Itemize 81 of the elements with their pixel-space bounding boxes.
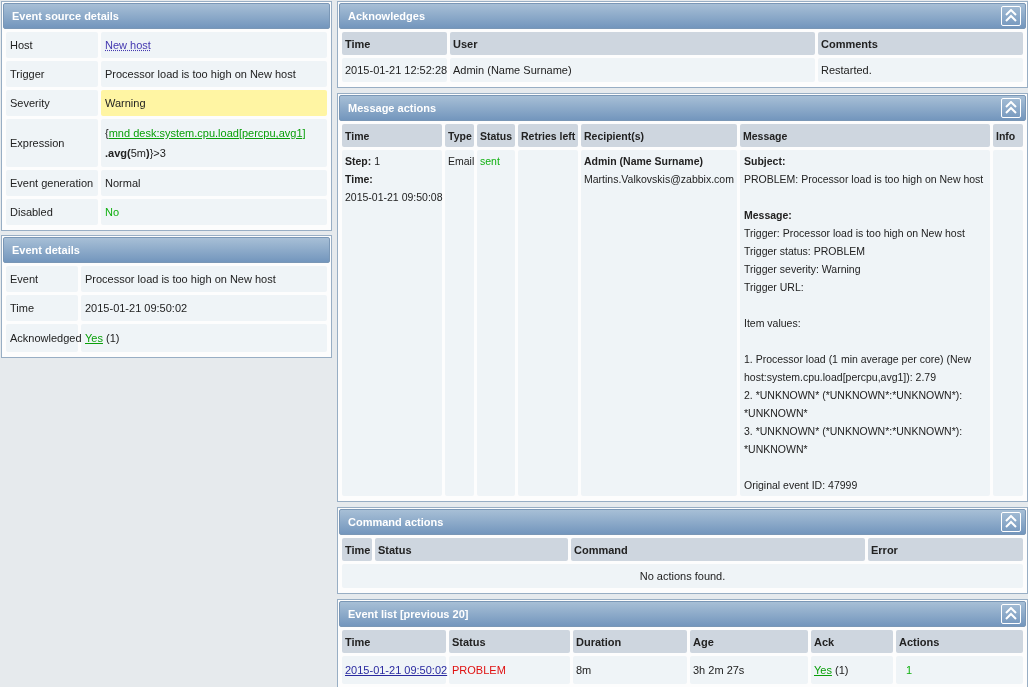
row-label: Time	[6, 295, 78, 321]
message-line: Trigger severity: Warning	[744, 262, 862, 277]
status-text: PROBLEM	[452, 664, 506, 676]
message-line: 1. Processor load (1 min average per core) (New host:system.cpu.load[percpu,avg1]): 2.79	[744, 352, 972, 385]
column-header: Time	[342, 124, 442, 147]
column-header: Retries left	[518, 124, 578, 147]
chevrons-up-icon	[1005, 9, 1017, 23]
subject-text: PROBLEM: Processor load is too high on New host	[744, 172, 985, 187]
column-header: Time	[342, 538, 372, 561]
ack-link[interactable]: Yes	[814, 664, 832, 676]
empty-message: No actions found.	[342, 564, 1023, 588]
table-cell: 3h 2m 27s	[690, 656, 808, 684]
expression-text: {mnd desk:system.cpu.load[percpu,avg1] .avg(5m)}>3	[105, 127, 306, 159]
panel-title: Command actions	[348, 516, 444, 528]
column-header: Info	[993, 124, 1023, 147]
panel-title: Event source details	[12, 10, 119, 22]
table-cell: Normal	[101, 170, 327, 196]
panel-title: Acknowledges	[348, 10, 426, 22]
collapse-button[interactable]	[1001, 98, 1021, 118]
message-line: Trigger URL:	[744, 280, 805, 295]
column-header: Comments	[818, 32, 1023, 55]
status-text: sent	[480, 155, 500, 167]
column-header: Time	[342, 630, 446, 653]
collapse-button[interactable]	[1001, 6, 1021, 26]
chevrons-up-icon	[1005, 515, 1017, 529]
message-line: Original event ID: 47999	[744, 478, 859, 493]
table-cell: Admin (Name Surname)	[450, 58, 815, 82]
chevrons-up-icon	[1005, 101, 1017, 115]
recipient-email: Martins.Valkovskis@zabbix.com	[584, 172, 734, 187]
column-header: Status	[449, 630, 570, 653]
message-line: Trigger status: PROBLEM	[744, 244, 866, 259]
ack-text: Yes (1)	[85, 332, 120, 344]
table-cell: Email	[445, 150, 474, 496]
column-header: Age	[690, 630, 808, 653]
panel-title: Message actions	[348, 102, 437, 114]
row-label: Event generation	[6, 170, 98, 196]
column-header: Duration	[573, 630, 687, 653]
table-cell: 8m	[573, 656, 687, 684]
message-line: Trigger: Processor load is too high on New host	[744, 226, 966, 241]
message-line: 2. *UNKNOWN* (*UNKNOWN*:*UNKNOWN*): *UNKNOWN*	[744, 388, 964, 421]
step-text: Step: 1	[345, 154, 381, 169]
column-header: Recipient(s)	[581, 124, 737, 147]
actions-count[interactable]: 1	[906, 664, 913, 676]
chevrons-up-icon	[1005, 607, 1017, 621]
ack-count: (1)	[835, 664, 849, 676]
table-cell: Restarted.	[818, 58, 1023, 82]
table-cell: Processor load is too high on New host	[101, 61, 327, 87]
column-header: Type	[445, 124, 474, 147]
link[interactable]: mnd desk:system.cpu.load[percpu,avg1]	[108, 127, 306, 139]
time-label: Time:	[345, 173, 373, 185]
row-label: Event	[6, 266, 78, 292]
recipient-name: Admin (Name Surname)	[584, 155, 704, 167]
panel-title: Event list [previous 20]	[348, 608, 469, 620]
column-header: Actions	[896, 630, 1023, 653]
column-header: Status	[375, 538, 568, 561]
message-line: Item values:	[744, 316, 802, 331]
row-label: Host	[6, 32, 98, 58]
row-label: Disabled	[6, 199, 98, 225]
host-link[interactable]: New host	[105, 39, 151, 51]
collapse-button[interactable]	[1001, 604, 1021, 624]
subject-label: Subject:	[744, 155, 786, 167]
column-header: Message	[740, 124, 990, 147]
column-header: Command	[571, 538, 865, 561]
status-text: No	[105, 206, 120, 218]
column-header: Error	[868, 538, 1023, 561]
link[interactable]: Yes	[85, 332, 103, 344]
column-header: Time	[342, 32, 447, 55]
severity-cell: Warning	[101, 90, 327, 116]
row-label: Trigger	[6, 61, 98, 87]
message-line: 3. *UNKNOWN* (*UNKNOWN*:*UNKNOWN*): *UNKNOWN*	[744, 424, 964, 457]
column-header: Status	[477, 124, 515, 147]
table-cell: Processor load is too high on New host	[81, 266, 327, 292]
table-cell: 2015-01-21 12:52:28	[342, 58, 447, 82]
panel-title: Event details	[12, 244, 80, 256]
message-label: Message:	[744, 209, 792, 221]
row-label: Severity	[6, 90, 98, 116]
table-cell: 2015-01-21 09:50:02	[81, 295, 327, 321]
column-header: User	[450, 32, 815, 55]
collapse-button[interactable]	[1001, 512, 1021, 532]
column-header: Ack	[811, 630, 893, 653]
row-label: Expression	[6, 119, 98, 167]
